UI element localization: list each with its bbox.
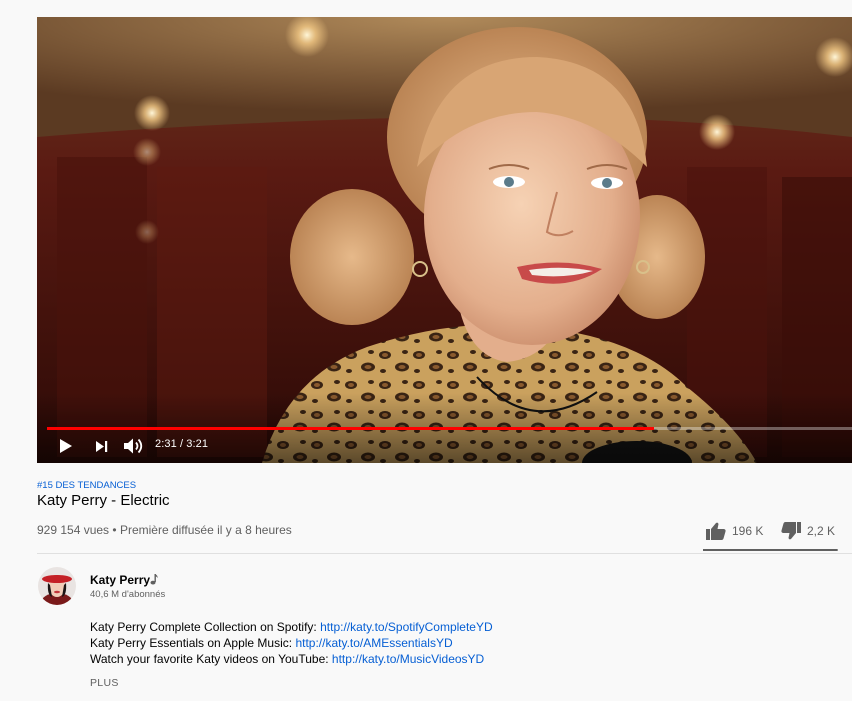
video-title: Katy Perry - Electric xyxy=(37,492,170,509)
like-button[interactable]: 196 K xyxy=(706,519,763,543)
apple-music-link[interactable]: http://katy.to/AMEssentialsYD xyxy=(295,636,452,650)
time-display: 2:31 / 3:21 xyxy=(155,438,209,450)
spotify-link[interactable]: http://katy.to/SpotifyCompleteYD xyxy=(320,620,493,634)
description-line: Katy Perry Complete Collection on Spotif… xyxy=(90,619,493,635)
video-player[interactable]: 2:31 / 3:21 xyxy=(37,17,852,463)
volume-button[interactable] xyxy=(122,435,146,457)
sentiment-bar-likes xyxy=(703,549,837,551)
youtube-videos-link[interactable]: http://katy.to/MusicVideosYD xyxy=(332,652,484,666)
sentiment-bar xyxy=(703,549,838,551)
play-icon xyxy=(60,439,72,453)
progress-bar-played xyxy=(47,427,654,430)
play-button[interactable] xyxy=(55,435,77,457)
description-line: Watch your favorite Katy videos on YouTu… xyxy=(90,651,493,667)
video-meta: 929 154 vues • Première diffusée il y a … xyxy=(37,523,292,537)
dislike-button[interactable]: 2,2 K xyxy=(781,519,835,543)
view-count: 929 154 vues xyxy=(37,523,110,537)
description-text: Watch your favorite Katy videos on YouTu… xyxy=(90,652,332,666)
subscriber-count: 40,6 M d'abonnés xyxy=(90,589,166,600)
volume-icon xyxy=(124,438,143,454)
dislike-count: 2,2 K xyxy=(807,524,836,538)
premiere-date: Première diffusée il y a 8 heures xyxy=(119,523,292,537)
thumbs-up-icon xyxy=(706,522,726,540)
like-count: 196 K xyxy=(732,524,764,538)
watch-page: 2:31 / 3:21 #15 DES TENDANCES Katy Perry… xyxy=(0,0,852,701)
channel-name[interactable]: Katy Perry xyxy=(90,573,150,587)
music-note-icon xyxy=(150,574,158,585)
show-more-button[interactable]: PLUS xyxy=(90,677,119,689)
trending-hashtag-link[interactable]: #15 DES TENDANCES xyxy=(37,480,136,491)
section-divider xyxy=(37,553,852,554)
meta-separator: • xyxy=(109,523,120,537)
next-button[interactable] xyxy=(90,435,112,457)
avatar-image xyxy=(38,567,76,605)
thumbs-down-icon xyxy=(781,522,801,540)
progress-bar[interactable] xyxy=(47,427,852,430)
description-line: Katy Perry Essentials on Apple Music: ht… xyxy=(90,635,493,651)
channel-avatar[interactable] xyxy=(38,567,76,605)
video-description: Katy Perry Complete Collection on Spotif… xyxy=(90,619,493,667)
skip-next-icon xyxy=(95,440,107,452)
description-text: Katy Perry Essentials on Apple Music: xyxy=(90,636,296,650)
description-text: Katy Perry Complete Collection on Spotif… xyxy=(90,620,321,634)
